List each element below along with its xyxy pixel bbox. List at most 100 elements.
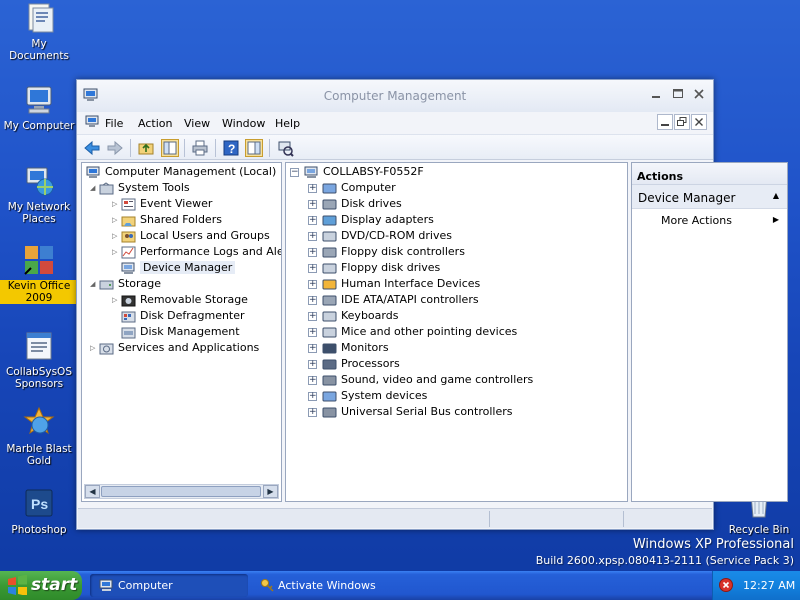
tree-item-event-viewer[interactable]: ▷ Event Viewer (112, 196, 212, 212)
title-bar[interactable]: Computer Management (77, 80, 713, 112)
clock[interactable]: 12:27 AM (743, 579, 795, 592)
collapsed-arrow-icon[interactable]: ▷ (112, 196, 121, 212)
mdi-minimize-button[interactable] (657, 114, 673, 130)
expand-icon[interactable]: + (308, 199, 317, 209)
menu-action[interactable]: Action (138, 117, 172, 130)
close-button[interactable] (692, 88, 706, 100)
device-list-pane[interactable]: − COLLABSY-F0552F + Computer + Disk drives + D… (285, 162, 628, 502)
expanded-arrow-icon[interactable]: ◢ (90, 180, 99, 196)
menu-file[interactable]: File (105, 117, 123, 130)
start-button[interactable]: start (0, 571, 82, 600)
device-category-row[interactable]: + Floppy disk controllers (308, 244, 465, 260)
tree-item-removable-storage[interactable]: ▷ Removable Storage (112, 292, 248, 308)
tree-item-disk-defragmenter[interactable]: Disk Defragmenter (121, 308, 245, 324)
device-category-label: Computer (341, 181, 396, 194)
device-category-row[interactable]: + IDE ATA/ATAPI controllers (308, 292, 479, 308)
menu-help[interactable]: Help (275, 117, 300, 130)
tree-item-shared-folders[interactable]: ▷ Shared Folders (112, 212, 222, 228)
print-button[interactable] (191, 139, 209, 157)
menu-window[interactable]: Window (222, 117, 265, 130)
mdi-restore-button[interactable] (674, 114, 690, 130)
actions-section-device-manager[interactable]: Device Manager ▲ (632, 185, 787, 209)
collapsed-arrow-icon[interactable]: ▷ (90, 340, 99, 356)
device-category-row[interactable]: + Universal Serial Bus controllers (308, 404, 512, 420)
tree-item-services-and-applications[interactable]: ▷ Services and Applications (90, 340, 259, 356)
desktop-icon-my-documents[interactable]: My Documents (0, 2, 78, 62)
up-one-level-button[interactable] (137, 139, 155, 157)
expand-icon[interactable]: + (308, 407, 317, 417)
expanded-arrow-icon[interactable]: ◢ (90, 276, 99, 292)
device-category-row[interactable]: + DVD/CD-ROM drives (308, 228, 452, 244)
expand-icon[interactable]: + (308, 247, 317, 257)
horizontal-scrollbar[interactable]: ◀ ▶ (84, 484, 279, 499)
collapsed-arrow-icon[interactable]: ▷ (112, 228, 121, 244)
console-icon[interactable] (85, 115, 99, 129)
device-category-row[interactable]: + Disk drives (308, 196, 402, 212)
collapse-icon[interactable]: − (290, 167, 299, 177)
tree-item-device-manager[interactable]: Device Manager (121, 260, 236, 276)
device-category-row[interactable]: + Mice and other pointing devices (308, 324, 517, 340)
expand-icon[interactable]: + (308, 311, 317, 321)
collapsed-arrow-icon[interactable]: ▷ (112, 212, 121, 228)
device-category-row[interactable]: + Keyboards (308, 308, 398, 324)
desktop-icon-collabsysos-sponsors[interactable]: CollabSysOS Sponsors (0, 330, 78, 390)
more-actions-item[interactable]: More Actions ▶ (632, 209, 787, 227)
collapsed-arrow-icon[interactable]: ▷ (112, 244, 121, 260)
scrollbar-thumb[interactable] (101, 486, 261, 497)
collapsed-arrow-icon[interactable]: ▷ (112, 292, 121, 308)
collapse-section-icon[interactable]: ▲ (773, 191, 779, 200)
help-button[interactable]: ? (222, 139, 240, 157)
security-alert-icon[interactable] (719, 578, 733, 592)
console-tree-pane[interactable]: Computer Management (Local) ◢ System Tool… (81, 162, 282, 502)
tree-item-local-users-and-groups[interactable]: ▷ Local Users and Groups (112, 228, 270, 244)
expand-icon[interactable]: + (308, 215, 317, 225)
device-category-label: Monitors (341, 341, 389, 354)
expand-icon[interactable]: + (308, 327, 317, 337)
device-category-row[interactable]: + System devices (308, 388, 427, 404)
computer-management-window[interactable]: Computer Management File Action View Win… (76, 79, 788, 530)
back-button[interactable] (83, 139, 101, 157)
tree-item-disk-management[interactable]: Disk Management (121, 324, 240, 340)
scan-hardware-changes-button[interactable] (276, 139, 294, 157)
scroll-left-button[interactable]: ◀ (85, 485, 100, 498)
maximize-button[interactable] (671, 88, 685, 100)
device-tree-root[interactable]: − COLLABSY-F0552F (290, 164, 424, 180)
tree-item-computer-management-local[interactable]: Computer Management (Local) (86, 164, 276, 180)
expand-icon[interactable]: + (308, 343, 317, 353)
expand-icon[interactable]: + (308, 183, 317, 193)
device-category-label: Disk drives (341, 197, 402, 210)
device-category-row[interactable]: + Monitors (308, 340, 389, 356)
expand-icon[interactable]: + (308, 295, 317, 305)
minimize-button[interactable] (649, 88, 663, 100)
device-category-icon (322, 310, 337, 323)
desktop-icon-photoshop[interactable]: Ps Photoshop (0, 488, 78, 536)
expand-icon[interactable]: + (308, 279, 317, 289)
device-category-row[interactable]: + Processors (308, 356, 400, 372)
desktop-icon-my-network-places[interactable]: My Network Places (0, 165, 78, 225)
desktop-icon-kevin-office[interactable]: Kevin Office 2009 (0, 244, 78, 304)
device-category-row[interactable]: + Sound, video and game controllers (308, 372, 533, 388)
expand-icon[interactable]: + (308, 231, 317, 241)
desktop-icon-marble-blast-gold[interactable]: Marble Blast Gold (0, 406, 78, 467)
expand-icon[interactable]: + (308, 391, 317, 401)
show-hide-console-tree-button[interactable] (161, 139, 179, 157)
device-category-row[interactable]: + Human Interface Devices (308, 276, 480, 292)
menu-view[interactable]: View (184, 117, 210, 130)
tree-item-performance-logs[interactable]: ▷ Performance Logs and Alerts (112, 244, 281, 260)
expand-icon[interactable]: + (308, 375, 317, 385)
forward-button[interactable] (106, 139, 124, 157)
scroll-right-button[interactable]: ▶ (263, 485, 278, 498)
taskbar-button-activate-windows[interactable]: Activate Windows (252, 574, 410, 597)
device-category-row[interactable]: + Floppy disk drives (308, 260, 440, 276)
expand-icon[interactable]: + (308, 263, 317, 273)
tree-item-system-tools[interactable]: ◢ System Tools (90, 180, 190, 196)
network-places-icon (23, 165, 55, 197)
taskbar-button-computer-management[interactable]: Computer Management (90, 574, 248, 597)
tree-item-storage[interactable]: ◢ Storage (90, 276, 161, 292)
show-hide-action-pane-button[interactable] (245, 139, 263, 157)
mdi-close-button[interactable] (691, 114, 707, 130)
device-category-row[interactable]: + Display adapters (308, 212, 434, 228)
desktop-icon-my-computer[interactable]: My Computer (0, 84, 78, 132)
device-category-row[interactable]: + Computer (308, 180, 396, 196)
expand-icon[interactable]: + (308, 359, 317, 369)
